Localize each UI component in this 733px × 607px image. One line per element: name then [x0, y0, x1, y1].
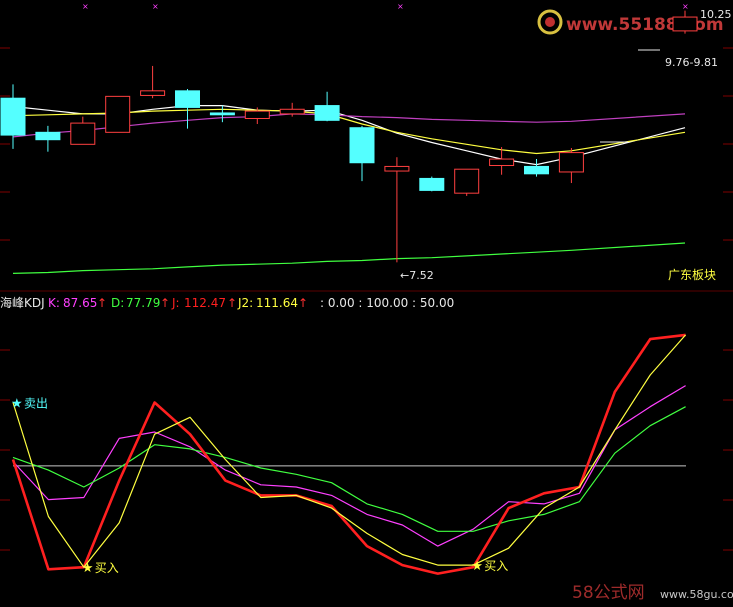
signal-label: 买入 [484, 559, 508, 573]
candle-body [419, 177, 445, 191]
range-price-label: 9.76-9.81 [665, 56, 718, 69]
stock-chart: × × × × www.55188.com 10.25 9.76-9.81 ←7.52… [0, 0, 733, 607]
legend-k-name: K: [48, 296, 60, 310]
candle-body [209, 112, 235, 116]
legend-j2-value: 111.64 [256, 296, 298, 310]
watermark-bottom-left: 58公式网 [572, 583, 645, 603]
candle-body [279, 108, 305, 115]
legend-d-name: D: [111, 296, 124, 310]
indicator-params: : 0.00 : 100.00 : 50.00 [320, 296, 454, 310]
indicator-header: 海峰KDJ K: 87.65 ↑ D: 77.79 ↑ J: 112.47 ↑ … [0, 295, 454, 310]
indicator-title: 海峰KDJ [0, 295, 45, 310]
candle-body [384, 165, 410, 172]
candle-body [454, 168, 480, 194]
candle-body [105, 95, 131, 133]
legend-j-arrow: ↑ [227, 296, 237, 310]
legend-j2-name: J2: [237, 296, 253, 310]
legend-d-arrow: ↑ [160, 296, 170, 310]
low-price-label: ←7.52 [400, 269, 434, 282]
candle-body [175, 90, 200, 108]
candle-body [244, 110, 270, 119]
x-marker: × [82, 2, 89, 11]
sector-label: 广东板块 [668, 268, 716, 282]
legend-j2-arrow: ↑ [298, 296, 308, 310]
legend-k-value: 87.65 [63, 296, 97, 310]
legend-k-arrow: ↑ [97, 296, 107, 310]
watermark-bottom-right: www.58gu.com [660, 588, 733, 601]
x-marker: × [152, 2, 159, 11]
candle-body [314, 105, 340, 121]
candle-body [489, 158, 515, 167]
legend-d-value: 77.79 [126, 296, 160, 310]
logo-ring-inner [545, 17, 555, 27]
legend-j-value: 112.47 [184, 296, 226, 310]
signal-star-icon: ★ [82, 561, 94, 576]
candle-body [140, 90, 166, 96]
signal-star-icon: ★ [11, 396, 23, 411]
candle-body [35, 131, 61, 141]
signal-label: 买入 [95, 561, 119, 575]
candle-body [524, 165, 549, 175]
signal-star-icon: ★ [471, 559, 483, 574]
candle-body [0, 97, 26, 136]
candle-body [558, 152, 584, 173]
candle-body [349, 127, 375, 164]
signal-label: 卖出 [24, 396, 48, 410]
x-marker: × [682, 2, 689, 11]
high-price-label: 10.25 [700, 8, 732, 21]
x-marker: × [397, 2, 404, 11]
legend-j-name: J: [171, 296, 180, 310]
candle-body [672, 16, 698, 32]
candle-body [70, 122, 96, 145]
